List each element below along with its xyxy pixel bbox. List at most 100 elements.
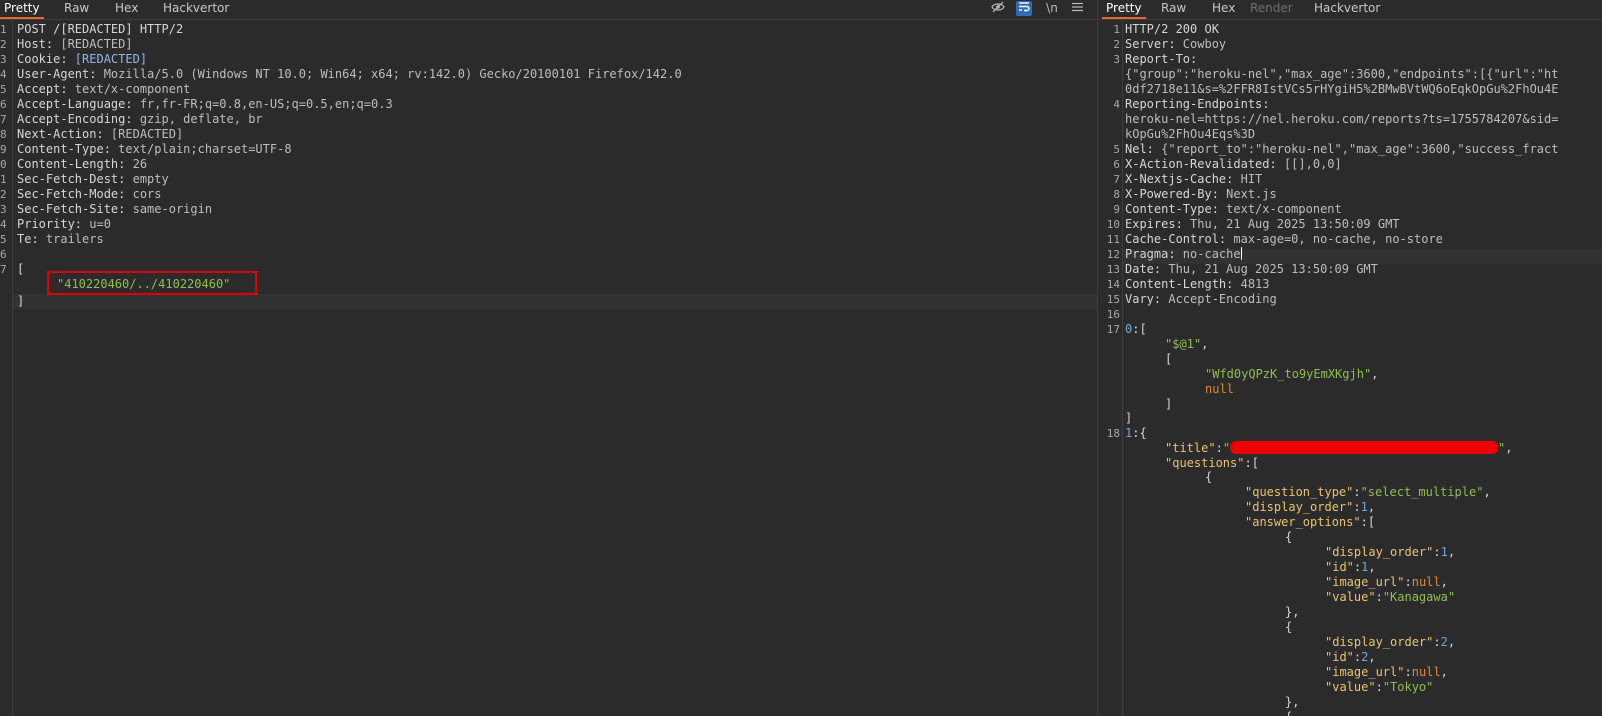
header-value: HIT (1233, 172, 1263, 186)
eye-slash-icon[interactable] (990, 1, 1006, 16)
json-line[interactable]: "image_url":null, (1325, 575, 1448, 590)
header-value: Cowboy (1175, 37, 1227, 51)
header-value: text/x-component (67, 82, 191, 96)
line-number: 9 (0, 143, 7, 156)
line-number: 0 (0, 158, 7, 171)
json-line[interactable]: "display_order":1, (1245, 500, 1375, 515)
json-line[interactable]: "questions":[ (1165, 456, 1259, 471)
header-content-length[interactable]: Content-Length: 4813 (1125, 277, 1270, 292)
request-tab-hex[interactable]: Hex (111, 0, 142, 17)
header-date[interactable]: Date: Thu, 21 Aug 2025 13:50:09 GMT (1125, 262, 1378, 277)
header-cache-control[interactable]: Cache-Control: max-age=0, no-cache, no-s… (1125, 232, 1443, 247)
json-line[interactable]: "display_order":1, (1325, 545, 1455, 560)
header-content-length[interactable]: Content-Length: 26 (17, 157, 147, 172)
json-line[interactable]: { (1285, 710, 1292, 716)
line-number: 7 (0, 263, 7, 276)
json-line[interactable]: ] (1125, 411, 1132, 426)
request-tab-pretty[interactable]: Pretty (0, 0, 44, 19)
header-vary[interactable]: Vary: Accept-Encoding (1125, 292, 1277, 307)
response-tab-raw[interactable]: Raw (1157, 0, 1190, 17)
json-line[interactable]: { (1285, 530, 1292, 545)
json-line[interactable]: "$@1", (1165, 337, 1208, 352)
json-row-1[interactable]: 1:{ (1125, 426, 1147, 441)
header-nel[interactable]: Nel: {"report_to":"heroku-nel","max_age"… (1125, 142, 1558, 157)
line-number: 18 (1106, 427, 1120, 440)
json-line[interactable]: ] (1165, 397, 1172, 412)
json-line[interactable]: "display_order":2, (1325, 635, 1455, 650)
json-number: 2 (1440, 635, 1448, 649)
json-line[interactable]: "Wfd0yQPzK_to9yEmXKgjh", (1205, 367, 1378, 382)
json-line[interactable]: [ (1165, 352, 1172, 367)
json-line[interactable]: "id":2, (1325, 650, 1376, 665)
header-sec-fetch-dest[interactable]: Sec-Fetch-Dest: empty (17, 172, 169, 187)
json-line[interactable]: "id":1, (1325, 560, 1376, 575)
header-value: Mozilla/5.0 (Windows NT 10.0; Win64; x64… (96, 67, 682, 81)
header-sec-fetch-site[interactable]: Sec-Fetch-Site: same-origin (17, 202, 212, 217)
header-value: empty (125, 172, 169, 186)
json-line[interactable]: "image_url":null, (1325, 665, 1448, 680)
body-close-bracket[interactable]: ] (17, 294, 24, 309)
json-line[interactable]: { (1205, 470, 1212, 485)
header-next-action[interactable]: Next-Action: [REDACTED] (17, 127, 183, 142)
header-report-to[interactable]: Report-To: (1125, 52, 1197, 67)
header-server[interactable]: Server: Cowboy (1125, 37, 1226, 52)
menu-icon[interactable] (1070, 1, 1084, 16)
redaction-mark (1230, 441, 1499, 454)
json-line[interactable]: "value":"Tokyo" (1325, 680, 1433, 695)
header-name: Next-Action: (17, 127, 104, 141)
header-expires[interactable]: Expires: Thu, 21 Aug 2025 13:50:09 GMT (1125, 217, 1400, 232)
json-line[interactable]: { (1285, 620, 1292, 635)
header-name: User-Agent: (17, 67, 97, 81)
header-host[interactable]: Host: [REDACTED] (17, 37, 133, 52)
header-x-nextjs-cache[interactable]: X-Nextjs-Cache: HIT (1125, 172, 1262, 187)
body-open-bracket[interactable]: [ (17, 262, 24, 277)
header-value: text/plain;charset=UTF-8 (110, 142, 292, 156)
header-value: Thu, 21 Aug 2025 13:50:09 GMT (1161, 262, 1378, 276)
header-x-powered-by[interactable]: X-Powered-By: Next.js (1125, 187, 1277, 202)
header-x-action-revalidated[interactable]: X-Action-Revalidated: [[],0,0] (1125, 157, 1342, 172)
json-line[interactable]: "question_type":"select_multiple", (1245, 485, 1491, 500)
newline-toggle[interactable]: \n (1044, 1, 1060, 16)
json-line[interactable]: "value":"Kanagawa" (1325, 590, 1455, 605)
json-line[interactable]: }, (1285, 605, 1299, 620)
header-pragma[interactable]: Pragma: no-cache (1125, 247, 1242, 262)
json-null[interactable]: null (1205, 382, 1234, 397)
json-row-0[interactable]: 0:[ (1125, 322, 1147, 337)
response-tab-hex[interactable]: Hex (1208, 0, 1239, 17)
line-number: 1 (0, 23, 7, 36)
header-name: Sec-Fetch-Mode: (17, 187, 126, 201)
header-name: Accept: (17, 82, 68, 96)
json-line[interactable]: "answer_options":[ (1245, 515, 1375, 530)
header-value: Accept-Encoding (1161, 292, 1277, 306)
header-name: Cookie: (17, 52, 68, 66)
text-cursor (1240, 247, 1242, 260)
json-line[interactable]: }, (1285, 695, 1299, 710)
header-content-type[interactable]: Content-Type: text/x-component (1125, 202, 1342, 217)
header-sec-fetch-mode[interactable]: Sec-Fetch-Mode: cors (17, 187, 162, 202)
line-number: 1 (0, 173, 7, 186)
header-reporting-endpoints[interactable]: Reporting-Endpoints: (1125, 97, 1270, 112)
header-accept-language[interactable]: Accept-Language: fr,fr-FR;q=0.8,en-US;q=… (17, 97, 393, 112)
wrap-icon[interactable] (1016, 1, 1032, 16)
response-tab-hackvertor[interactable]: Hackvertor (1310, 0, 1384, 17)
header-user-agent[interactable]: User-Agent: Mozilla/5.0 (Windows NT 10.0… (17, 67, 682, 82)
header-name: Content-Length: (17, 157, 126, 171)
header-content-type[interactable]: Content-Type: text/plain;charset=UTF-8 (17, 142, 292, 157)
response-tab-render[interactable]: Render (1246, 0, 1297, 17)
request-line[interactable]: POST /[REDACTED] HTTP/2 (17, 22, 183, 37)
header-accept[interactable]: Accept: text/x-component (17, 82, 190, 97)
line-number: 8 (0, 128, 7, 141)
header-cookie[interactable]: Cookie: [REDACTED] (17, 52, 147, 67)
json-line-title[interactable]: "title":" ", (1165, 441, 1513, 456)
header-accept-encoding[interactable]: Accept-Encoding: gzip, deflate, br (17, 112, 263, 127)
header-name: Report-To: (1125, 52, 1198, 66)
response-tab-pretty[interactable]: Pretty (1102, 0, 1146, 19)
header-priority[interactable]: Priority: u=0 (17, 217, 111, 232)
request-tab-hackvertor[interactable]: Hackvertor (159, 0, 233, 17)
request-tab-raw[interactable]: Raw (60, 0, 93, 17)
header-te[interactable]: Te: trailers (17, 232, 104, 247)
line-number: 2 (1113, 38, 1120, 51)
header-name: Host: (17, 37, 54, 51)
status-line[interactable]: HTTP/2 200 OK (1125, 22, 1219, 37)
header-name: Date: (1125, 262, 1162, 276)
